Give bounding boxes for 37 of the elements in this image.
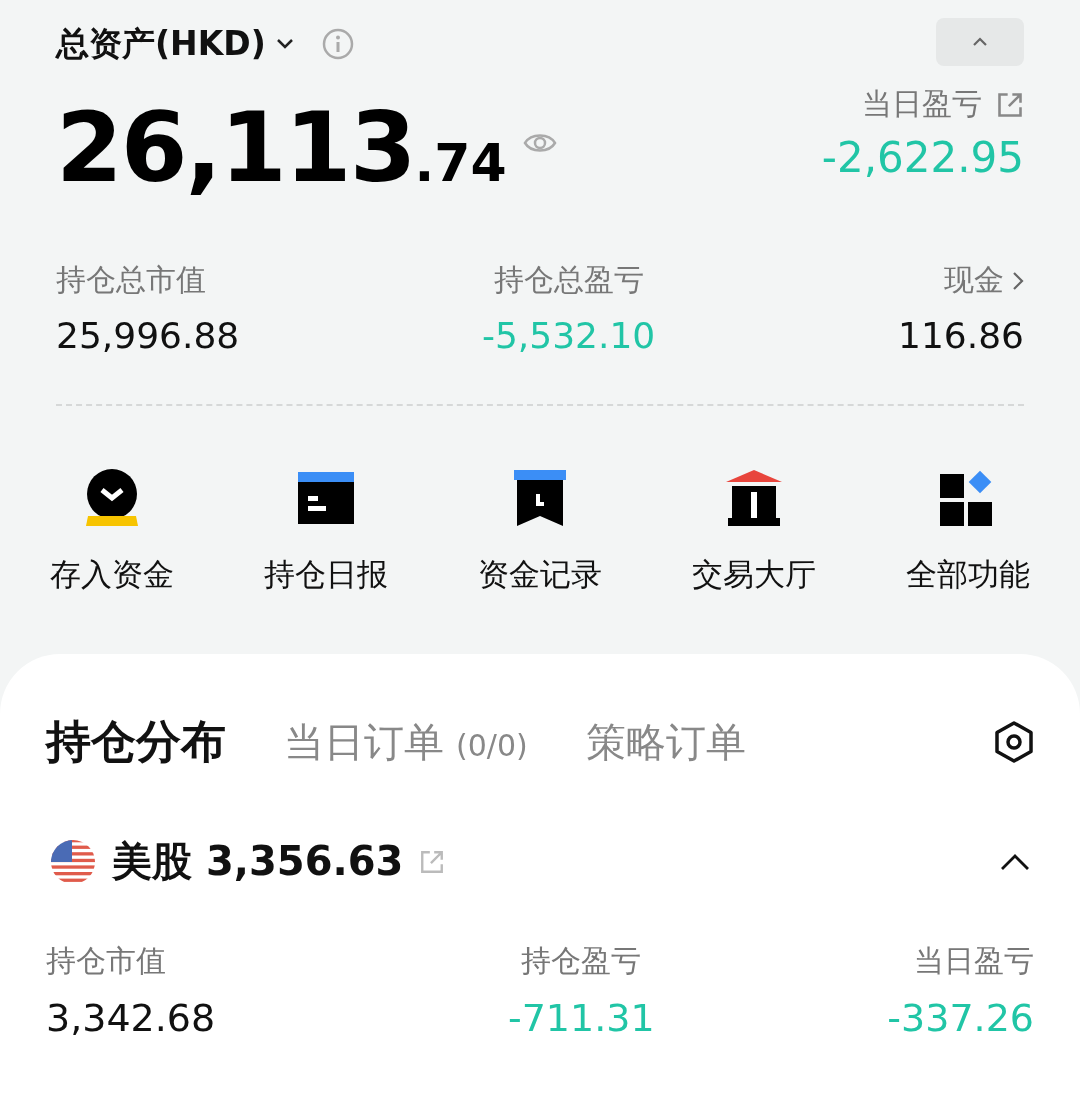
metric-value: -337.26	[887, 996, 1034, 1040]
metric-label: 当日盈亏	[914, 942, 1034, 980]
stat-value: -5,532.10	[481, 315, 656, 356]
total-assets-decimal: .74	[414, 133, 507, 193]
shortcut-button[interactable]: 存入资金	[42, 468, 182, 596]
metric-label: 持仓市值	[46, 942, 166, 980]
metric-value: 3,342.68	[46, 996, 216, 1040]
stat-label: 现金	[944, 261, 1004, 299]
chevron-up-icon	[972, 37, 988, 47]
metric-value: -711.31	[507, 996, 655, 1040]
daily-pl-value: -2,622.95	[821, 133, 1024, 182]
stat-label: 持仓总市值	[56, 261, 206, 299]
tab[interactable]: 策略订单	[585, 714, 746, 770]
shortcut-button[interactable]: 全部功能	[898, 468, 1038, 596]
stat-value: 25,996.88	[56, 315, 240, 356]
metric-label: 持仓盈亏	[521, 942, 642, 980]
shortcut-button[interactable]: 持仓日报	[256, 468, 396, 596]
external-link-icon[interactable]	[996, 90, 1024, 119]
stat-value: 116.86	[898, 315, 1024, 356]
stat-label: 持仓总盈亏	[493, 261, 644, 299]
chevron-up-icon[interactable]	[1000, 852, 1030, 871]
total-assets-title: 总资产(HKD)	[56, 22, 266, 65]
eye-icon[interactable]	[522, 131, 557, 155]
external-link-icon[interactable]	[419, 848, 446, 875]
shortcut-button[interactable]: 交易大厅	[684, 468, 824, 596]
flag-icon	[50, 838, 96, 885]
chevron-right-icon[interactable]	[1012, 270, 1024, 291]
tab[interactable]: 持仓分布	[46, 712, 226, 772]
daily-pl-label: 当日盈亏	[862, 85, 982, 123]
shortcut-button[interactable]: 资金记录	[470, 468, 610, 596]
market-name: 美股 3,356.63	[112, 837, 404, 886]
chevron-down-icon[interactable]	[275, 38, 294, 50]
total-assets-integer: 26,113	[56, 92, 415, 204]
info-icon[interactable]	[321, 28, 354, 60]
settings-icon[interactable]	[994, 720, 1034, 764]
tab[interactable]: 当日订单 (0/0)	[284, 714, 528, 770]
building-icon	[724, 468, 784, 528]
